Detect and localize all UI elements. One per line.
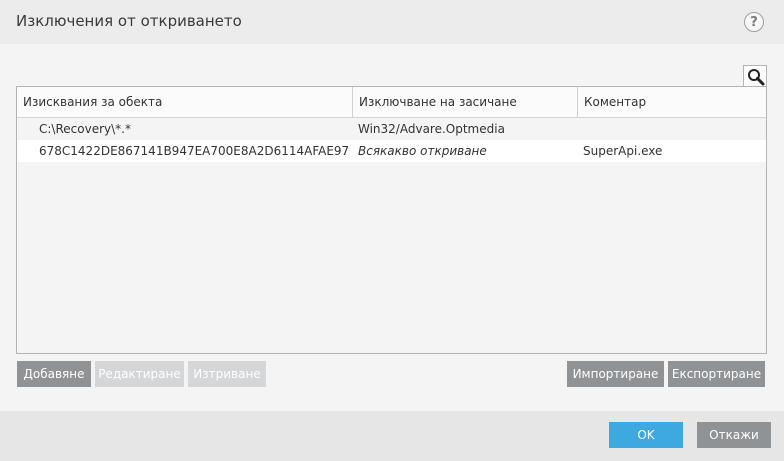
row-object: 678C1422DE867141B947EA700E8A2D6114AFAE97 [39, 144, 350, 158]
delete-button[interactable]: Изтриване [188, 361, 266, 387]
table-row[interactable]: C:\Recovery\*.* Win32/Advare.Optmedia [17, 118, 766, 140]
exclusions-table: Изисквания за обекта Изключване на засич… [16, 86, 767, 354]
row-object: C:\Recovery\*.* [39, 122, 131, 136]
title-bar: Изключения от откриването ? [0, 0, 784, 44]
table-header: Изисквания за обекта Изключване на засич… [17, 87, 766, 118]
row-comment: SuperApi.exe [583, 144, 663, 158]
search-icon[interactable] [743, 65, 767, 87]
export-button[interactable]: Експортиране [668, 361, 765, 387]
row-detection: Всякакво откриване [358, 144, 487, 158]
table-row[interactable]: 678C1422DE867141B947EA700E8A2D6114AFAE97… [17, 140, 766, 162]
import-button[interactable]: Импортиране [567, 361, 664, 387]
help-icon[interactable]: ? [744, 12, 764, 32]
row-detection: Win32/Advare.Optmedia [358, 122, 505, 136]
column-header-detection[interactable]: Изключване на засичане [353, 87, 578, 117]
column-header-object[interactable]: Изисквания за обекта [17, 87, 353, 117]
edit-button[interactable]: Редактиране [95, 361, 184, 387]
add-button[interactable]: Добавяне [17, 361, 91, 387]
cancel-button[interactable]: Откажи [697, 422, 771, 448]
ok-button[interactable]: OK [609, 422, 683, 448]
column-header-comment[interactable]: Коментар [578, 87, 766, 117]
dialog-footer: OK Откажи [0, 411, 784, 461]
dialog-title: Изключения от откриването [16, 12, 242, 30]
